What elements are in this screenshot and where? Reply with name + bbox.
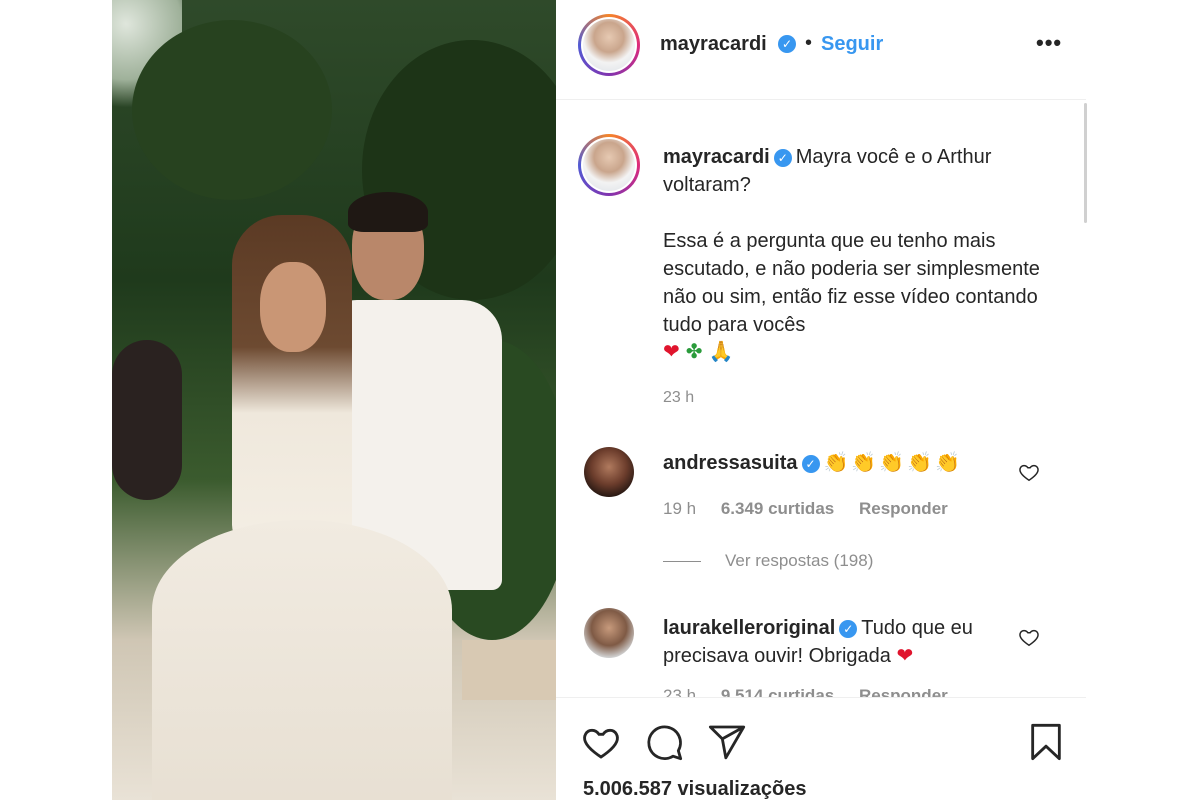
verified-icon: ✓	[801, 455, 820, 473]
author-avatar[interactable]	[578, 14, 640, 76]
more-icon[interactable]: •••	[1036, 30, 1062, 56]
views-label: visualizações	[677, 778, 807, 800]
background-foliage	[132, 20, 332, 200]
comment-text-block: laurakelleroriginal ✓ Tudo que eu precisav…	[663, 614, 1023, 670]
view-replies-label: Ver respostas (198)	[725, 551, 874, 570]
child-figure	[112, 340, 182, 500]
caption-text: Mayra você e o Arthur voltaram? Essa é a…	[663, 146, 1040, 336]
clover-emoji: ✤	[685, 341, 709, 363]
reply-button[interactable]: Responder	[859, 499, 948, 518]
white-dress	[152, 520, 452, 800]
man-hair	[348, 192, 428, 232]
verified-icon: ✓	[778, 35, 796, 53]
heart-icon[interactable]	[581, 722, 621, 762]
caption-time[interactable]: 23 h	[663, 389, 694, 407]
comment-heart-icon[interactable]	[1018, 626, 1040, 648]
author-username[interactable]: mayracardi	[660, 33, 767, 56]
post-actions: 5.006.587 visualizações	[556, 697, 1086, 800]
caption-emojis: ❤✤🙏	[663, 339, 739, 364]
woman-face	[260, 262, 326, 352]
views-number: 5.006.587	[583, 778, 672, 800]
comment-meta: 19 h 6.349 curtidas Responder	[663, 499, 968, 519]
reply-button[interactable]: Responder	[859, 686, 948, 697]
comment-likes[interactable]: 6.349 curtidas	[721, 499, 834, 518]
caption-text-block: mayracardi ✓ Mayra você e o Arthur voltara…	[663, 143, 1043, 339]
commenter-avatar[interactable]	[584, 608, 634, 658]
replies-divider	[663, 561, 701, 563]
share-icon[interactable]	[707, 722, 747, 762]
comment-text-block: andressasuita ✓ 👏👏👏👏👏	[663, 449, 1023, 477]
comment-heart-icon[interactable]	[1018, 461, 1040, 483]
comment-time[interactable]: 19 h	[663, 499, 696, 518]
comment-text: 👏👏👏👏👏	[823, 452, 964, 474]
post-video[interactable]	[112, 0, 556, 800]
views-count[interactable]: 5.006.587 visualizações	[583, 778, 807, 800]
bookmark-icon[interactable]	[1026, 722, 1066, 762]
pray-emoji: 🙏	[708, 341, 740, 363]
comment-meta: 23 h 9.514 curtidas Responder	[663, 686, 968, 697]
commenter-avatar[interactable]	[584, 447, 634, 497]
post-side-panel: mayracardi ✓ • Seguir ••• mayracardi ✓ May…	[556, 0, 1087, 800]
view-replies-button[interactable]: Ver respostas (198)	[663, 551, 873, 571]
commenter-username[interactable]: laurakelleroriginal	[663, 617, 835, 639]
comment-icon[interactable]	[644, 722, 684, 762]
caption-avatar[interactable]	[578, 134, 640, 196]
commenter-username[interactable]: andressasuita	[663, 452, 798, 474]
heart-emoji: ❤	[896, 645, 914, 667]
caption-username[interactable]: mayracardi	[663, 146, 770, 168]
background-wall	[462, 640, 556, 700]
comments-scrollbar[interactable]	[1084, 103, 1087, 223]
heart-emoji: ❤	[663, 341, 686, 363]
comments-list[interactable]: mayracardi ✓ Mayra você e o Arthur voltara…	[556, 101, 1086, 697]
follow-button[interactable]: Seguir	[821, 33, 883, 56]
comment-time[interactable]: 23 h	[663, 686, 696, 697]
separator-dot: •	[805, 32, 813, 54]
verified-icon: ✓	[839, 620, 858, 638]
comment-likes[interactable]: 9.514 curtidas	[721, 686, 834, 697]
verified-icon: ✓	[773, 149, 792, 167]
post-header: mayracardi ✓ • Seguir •••	[556, 0, 1086, 100]
